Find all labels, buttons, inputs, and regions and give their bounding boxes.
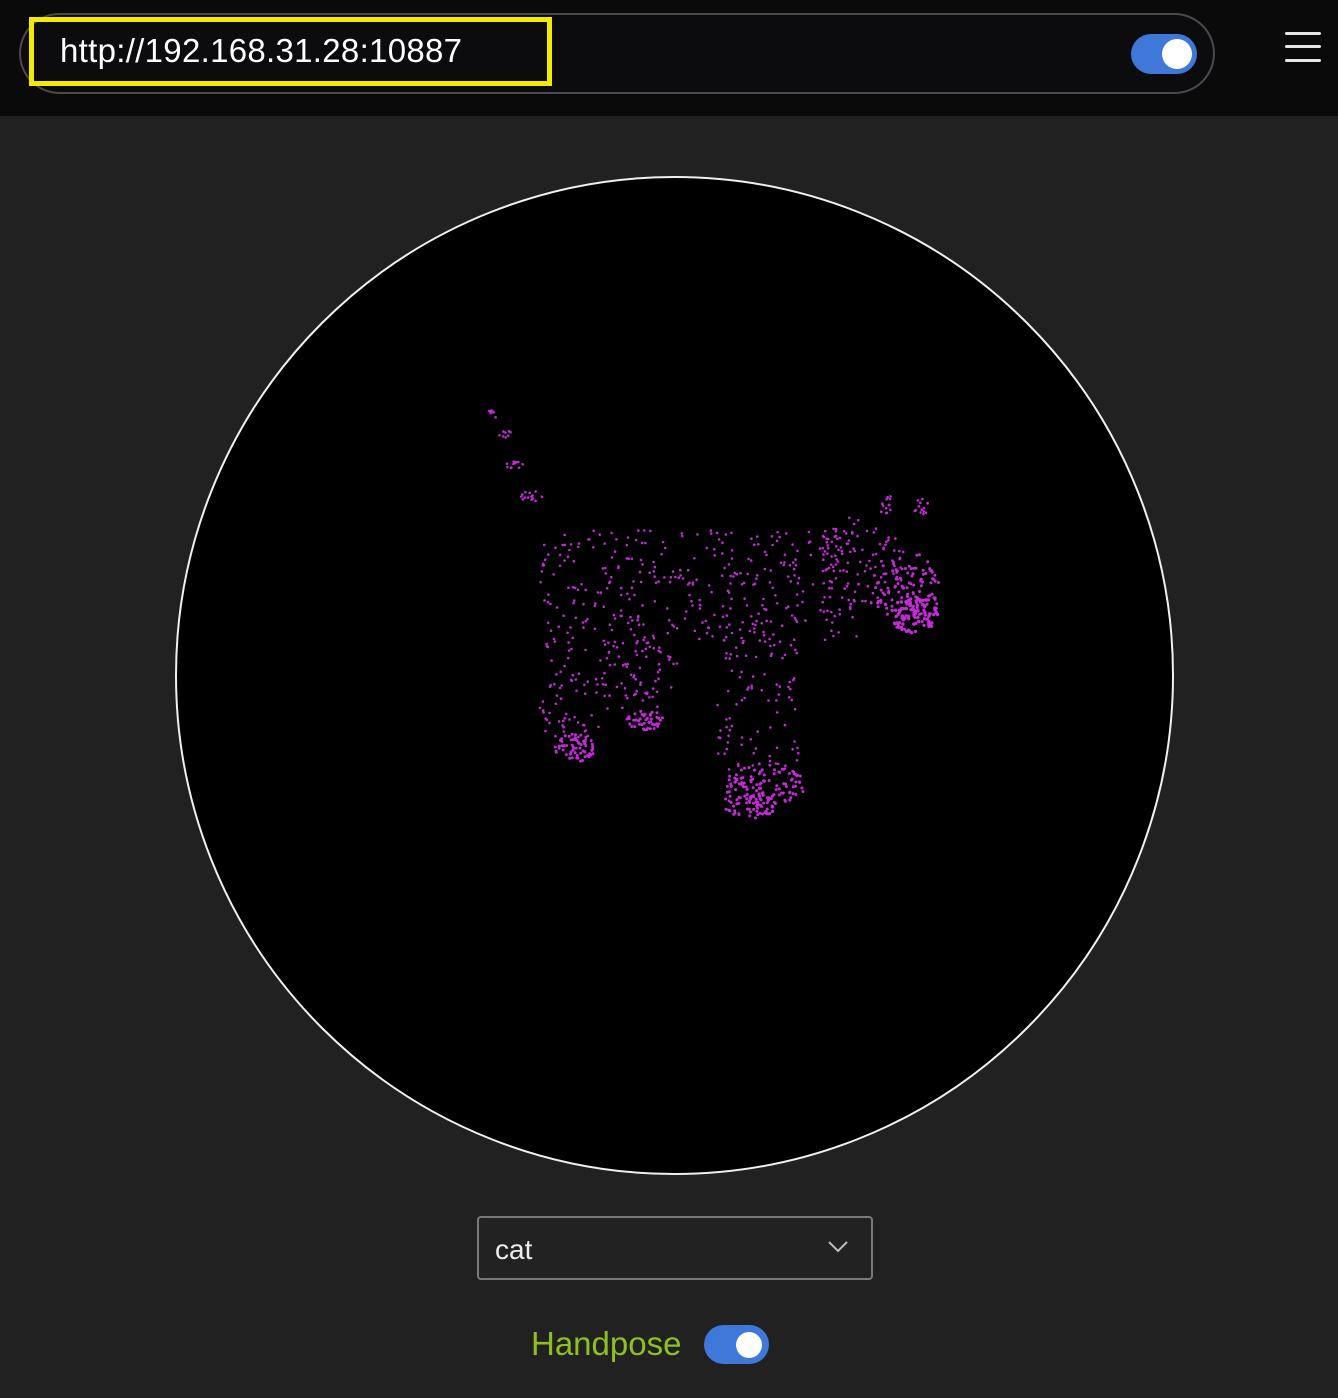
url-text[interactable]: http://192.168.31.28:10887: [60, 32, 462, 70]
connection-toggle[interactable]: [1131, 34, 1197, 74]
point-cloud-canvas: [487, 409, 940, 820]
top-bar: http://192.168.31.28:10887: [0, 0, 1338, 116]
model-select-value: cat: [495, 1234, 533, 1265]
hamburger-menu-icon[interactable]: [1283, 30, 1323, 64]
handpose-label: Handpose: [531, 1325, 682, 1362]
point-cloud-viewer[interactable]: [175, 176, 1174, 1175]
toggle-knob: [736, 1332, 762, 1358]
chevron-down-icon: [828, 1241, 848, 1253]
toggle-knob: [1162, 39, 1192, 69]
model-select[interactable]: cat: [477, 1216, 873, 1280]
handpose-toggle[interactable]: [704, 1325, 769, 1364]
